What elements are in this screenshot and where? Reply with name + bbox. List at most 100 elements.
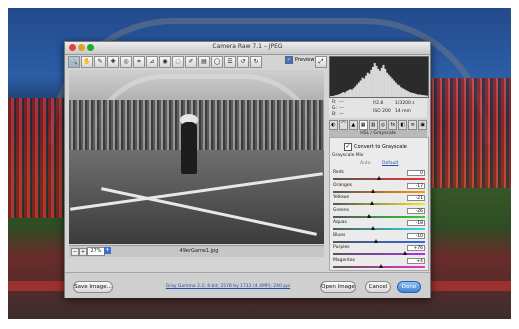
slider-thumb[interactable] bbox=[369, 201, 374, 205]
tone-curve-icon[interactable]: ⌒ bbox=[338, 120, 348, 130]
auto-link[interactable]: Auto bbox=[360, 161, 370, 166]
preferences-icon[interactable]: ☰ bbox=[224, 56, 236, 68]
metadata-readout: R: --- G: --- B: --- f/2.8 1/3200 s ISO … bbox=[329, 98, 427, 118]
slider-label: Aquas bbox=[333, 220, 347, 225]
histogram-bin bbox=[379, 70, 381, 97]
white-balance-icon[interactable]: ✎ bbox=[94, 56, 106, 68]
slider-track[interactable] bbox=[333, 203, 425, 205]
done-button[interactable]: Done bbox=[397, 281, 421, 293]
slider-value-field[interactable]: -17 bbox=[407, 182, 425, 189]
default-link[interactable]: Default bbox=[382, 161, 398, 166]
zoom-dropdown-icon[interactable]: ▾ bbox=[104, 247, 111, 254]
target-adjust-icon[interactable]: ◎ bbox=[120, 56, 132, 68]
workflow-options-link[interactable]: Gray Gamma 2.2; 8 bit; 2578 by 1712 (4.4… bbox=[153, 284, 303, 289]
histogram-bin bbox=[365, 75, 367, 97]
image-preview[interactable] bbox=[69, 70, 324, 244]
snapshots-icon[interactable]: ▣ bbox=[418, 120, 428, 130]
histogram-bin bbox=[422, 95, 425, 97]
slider-label: Oranges bbox=[333, 182, 352, 188]
slider-oranges[interactable]: Oranges -17 bbox=[333, 182, 425, 195]
hand-icon[interactable]: ✋ bbox=[81, 56, 93, 68]
detail-icon[interactable]: ▲ bbox=[348, 120, 358, 130]
histogram-bin bbox=[389, 76, 392, 97]
slider-track[interactable] bbox=[333, 240, 425, 243]
color-sampler-icon[interactable]: ✚ bbox=[107, 56, 119, 68]
slider-magentas[interactable]: Magentas +4 bbox=[333, 257, 425, 270]
slider-thumb[interactable] bbox=[371, 188, 376, 193]
convert-grayscale-toggle[interactable]: ✓ Convert to Grayscale bbox=[344, 143, 407, 151]
adjustment-brush-icon[interactable]: ✐ bbox=[185, 56, 197, 68]
rotate-left-icon[interactable]: ↺ bbox=[237, 56, 249, 68]
slider-value-field[interactable]: 0 bbox=[407, 170, 425, 176]
fullscreen-icon[interactable]: ⤢ bbox=[315, 56, 327, 68]
histogram-bin bbox=[361, 77, 364, 97]
focal-length-readout: 14 mm bbox=[395, 109, 411, 114]
slider-value-field[interactable]: -18 bbox=[407, 220, 425, 226]
histogram-bin bbox=[407, 91, 409, 97]
zoom-in-icon[interactable]: + bbox=[79, 248, 87, 256]
slider-label: Greens bbox=[333, 207, 349, 213]
slider-thumb[interactable] bbox=[374, 238, 379, 243]
zoom-icon[interactable]: 🔍 bbox=[68, 56, 80, 68]
slider-value-field[interactable]: +4 bbox=[407, 257, 425, 264]
zoom-out-icon[interactable]: − bbox=[71, 248, 79, 256]
slider-value-field[interactable]: +76 bbox=[407, 245, 425, 251]
histogram-bin bbox=[345, 91, 348, 97]
preview-toggle[interactable]: ✓ Preview bbox=[285, 56, 314, 64]
slider-track[interactable] bbox=[333, 253, 425, 255]
slider-value-field[interactable]: -26 bbox=[407, 207, 425, 214]
basic-icon[interactable]: ◐ bbox=[329, 120, 338, 130]
slider-thumb[interactable] bbox=[370, 226, 375, 230]
histogram-bin bbox=[405, 90, 408, 97]
preview-checkbox[interactable]: ✓ bbox=[285, 56, 293, 64]
slider-aquas[interactable]: Aquas -18 bbox=[333, 220, 425, 232]
red-eye-icon[interactable]: ◌ bbox=[172, 56, 184, 68]
histogram-bin bbox=[424, 95, 427, 97]
iso-readout: ISO 200 bbox=[373, 109, 391, 114]
crop-icon[interactable]: ⌗ bbox=[133, 56, 145, 68]
camera-calibration-icon[interactable]: ◧ bbox=[398, 120, 408, 130]
open-image-button[interactable]: Open Image bbox=[320, 281, 356, 293]
rotate-right-icon[interactable]: ↻ bbox=[250, 56, 262, 68]
slider-track[interactable] bbox=[333, 215, 425, 218]
convert-grayscale-checkbox[interactable]: ✓ bbox=[344, 143, 352, 151]
histogram-bin bbox=[400, 87, 402, 97]
histogram-bin bbox=[333, 95, 336, 97]
title-bar[interactable]: Camera Raw 7.1 – JPEG bbox=[65, 42, 430, 55]
slider-value-field[interactable]: -21 bbox=[407, 195, 425, 201]
slider-thumb[interactable] bbox=[366, 213, 371, 218]
radial-filter-icon[interactable]: ◯ bbox=[211, 56, 223, 68]
slider-thumb[interactable] bbox=[377, 176, 381, 180]
slider-greens[interactable]: Greens -26 bbox=[333, 207, 425, 220]
slider-thumb[interactable] bbox=[378, 263, 383, 268]
slider-yellows[interactable]: Yellows -21 bbox=[333, 195, 425, 207]
r-value: --- bbox=[339, 100, 344, 105]
zoom-level-field[interactable]: 27% bbox=[87, 247, 105, 256]
slider-blues[interactable]: Blues -10 bbox=[333, 232, 425, 245]
straighten-icon[interactable]: ⊿ bbox=[146, 56, 158, 68]
histogram-bin bbox=[410, 92, 413, 97]
histogram-bin bbox=[342, 92, 345, 97]
save-image-button[interactable]: Save Image... bbox=[73, 281, 113, 293]
graduated-filter-icon[interactable]: ▤ bbox=[198, 56, 210, 68]
lens-icon[interactable]: ◎ bbox=[378, 120, 388, 130]
histogram-bin bbox=[417, 94, 420, 97]
histogram-bin bbox=[398, 85, 401, 97]
preview-label: Preview bbox=[295, 57, 315, 63]
slider-value-field[interactable]: -10 bbox=[407, 232, 425, 239]
slider-thumb[interactable] bbox=[402, 251, 407, 255]
histogram-bin bbox=[375, 65, 378, 97]
cancel-button[interactable]: Cancel bbox=[365, 281, 391, 293]
histogram bbox=[329, 56, 429, 98]
slider-track[interactable] bbox=[333, 190, 425, 193]
slider-label: Yellows bbox=[333, 195, 350, 200]
slider-reds[interactable]: Reds 0 bbox=[333, 170, 425, 182]
split-toning-icon[interactable]: ▥ bbox=[368, 120, 378, 130]
slider-track[interactable] bbox=[333, 228, 425, 230]
hsl-icon[interactable]: ▦ bbox=[358, 120, 368, 130]
slider-purples[interactable]: Purples +76 bbox=[333, 245, 425, 257]
spot-removal-icon[interactable]: ◉ bbox=[159, 56, 171, 68]
effects-icon[interactable]: fx bbox=[388, 120, 398, 130]
histogram-bin bbox=[347, 90, 350, 97]
presets-icon[interactable]: ≡ bbox=[408, 120, 418, 130]
